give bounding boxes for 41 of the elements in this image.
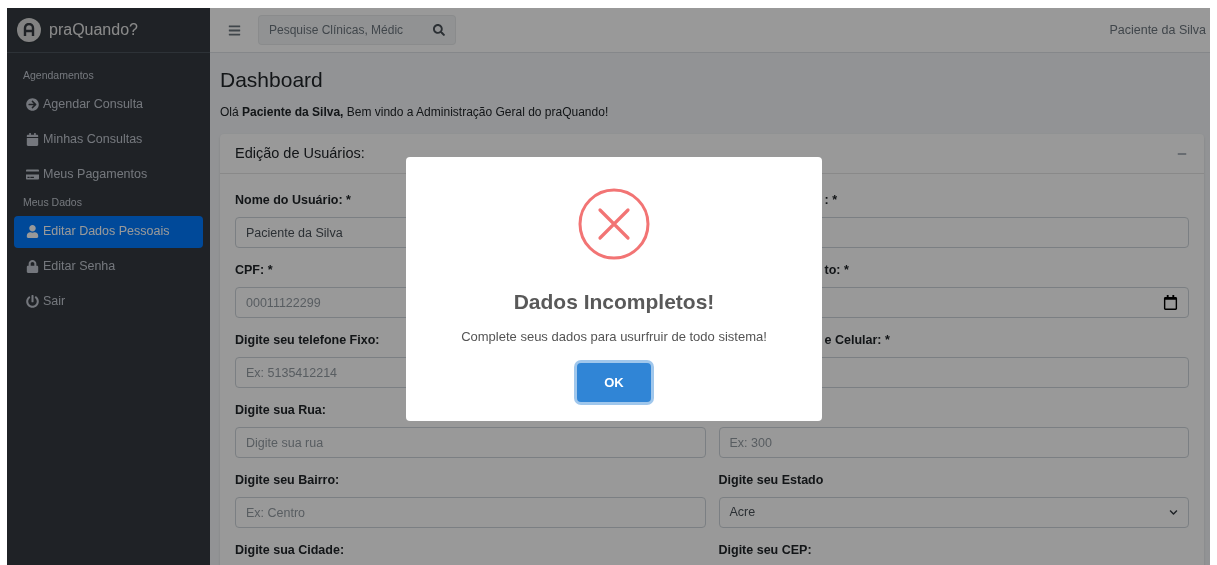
text-field[interactable]: Digite sua rua — [235, 427, 706, 458]
error-x-icon — [578, 188, 650, 260]
field-label: to: * — [824, 262, 849, 278]
dialog-title: Dados Incompletos! — [513, 289, 715, 315]
page-title: Dashboard — [220, 67, 324, 93]
user-icon — [26, 225, 39, 238]
text-field[interactable]: Ex: Centro — [235, 497, 706, 528]
field-label: e Celular: * — [824, 332, 890, 348]
dialog-message: Complete seus dados para usurfruir de todo sistema! — [461, 327, 767, 346]
ok-button[interactable]: OK — [577, 363, 651, 402]
field-label: Nome do Usuário: * — [235, 192, 351, 208]
field-label: Digite sua Rua: — [235, 402, 326, 418]
field-label: Digite seu Estado — [718, 472, 824, 488]
field-label: CPF: * — [235, 262, 273, 278]
user-name[interactable]: Paciente da Silva — [1109, 20, 1206, 40]
calendar-icon — [26, 133, 39, 146]
greeting-text: Olá Paciente da Silva, Bem vindo a Administração Geral do praQuando! — [220, 104, 610, 121]
card-title: Edição de Usuários: — [235, 143, 365, 163]
sidebar-item[interactable]: Agendar Consulta — [14, 88, 203, 121]
menu-icon[interactable] — [228, 23, 241, 37]
section-header: Meus Dados — [22, 195, 83, 211]
sidebar-item[interactable]: Editar Senha — [14, 250, 203, 283]
logo-icon — [17, 18, 41, 42]
field-label: Digite seu Bairro: — [235, 472, 340, 488]
brand-name: praQuando? — [49, 20, 138, 40]
text-field[interactable]: Ex: 300 — [718, 427, 1189, 458]
field-label: Digite seu CEP: — [718, 542, 812, 558]
power-icon — [26, 295, 39, 308]
lock-icon — [26, 260, 39, 273]
field-label: Digite seu telefone Fixo: — [235, 332, 380, 348]
sidebar-item[interactable]: Meus Pagamentos — [14, 158, 203, 191]
sidebar-item[interactable]: Sair — [14, 285, 203, 318]
sidebar-item[interactable]: Minhas Consultas — [14, 123, 203, 156]
field-label: Digite sua Cidade: — [235, 542, 345, 558]
chevron-down-icon — [1169, 508, 1178, 517]
sidebar-item[interactable]: Editar Dados Pessoais — [14, 215, 203, 248]
field-label: : * — [824, 192, 837, 208]
calendar-icon — [1163, 295, 1178, 310]
section-header: Agendamentos — [22, 68, 95, 84]
credit-card-icon — [26, 168, 39, 181]
state-dropdown[interactable]: Acre — [718, 497, 1189, 528]
